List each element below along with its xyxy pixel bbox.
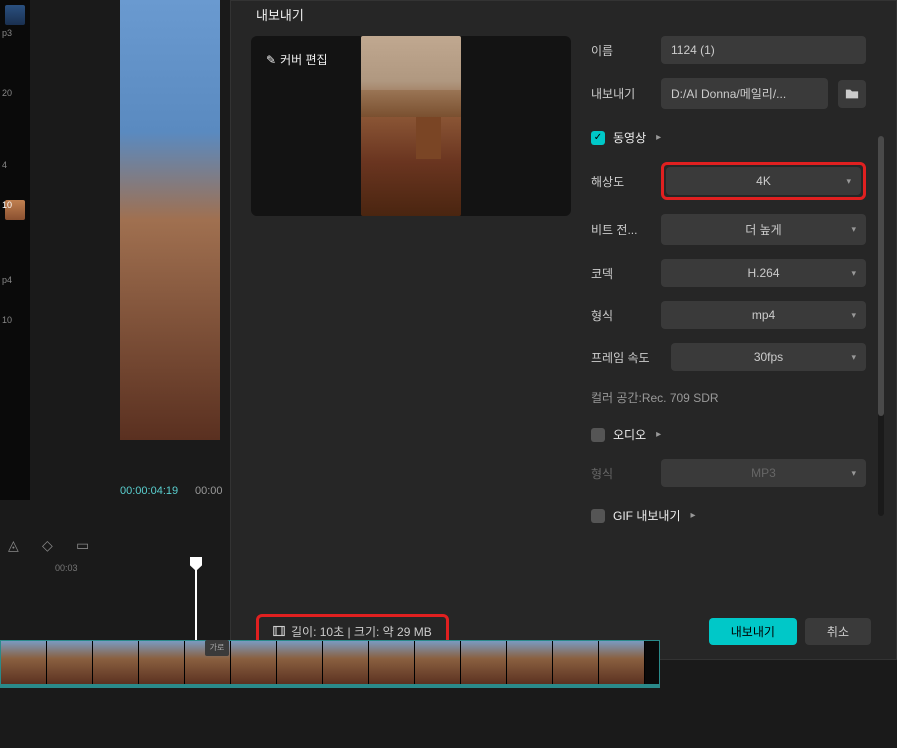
clip-frame (93, 641, 139, 685)
color-space-info: 컬러 공간:Rec. 709 SDR (591, 389, 866, 406)
clip-frame (47, 641, 93, 685)
media-thumb-audio[interactable] (5, 5, 25, 25)
framerate-dropdown[interactable]: 30fps ▾ (671, 343, 866, 371)
folder-icon (845, 87, 859, 101)
thumb-label: 10 (2, 315, 12, 325)
video-track[interactable] (0, 640, 660, 688)
thumb-label: p4 (2, 275, 12, 285)
clip-frame (415, 641, 461, 685)
settings-scrollbar[interactable] (878, 136, 884, 516)
chevron-down-icon: ▾ (846, 176, 851, 187)
export-path-label: 내보내기 (591, 85, 651, 102)
codec-label: 코덱 (591, 265, 651, 282)
framerate-label: 프레임 속도 (591, 349, 661, 366)
timecode-total: 00:00 (195, 485, 223, 497)
video-section-label: 동영상 (613, 129, 646, 146)
pencil-icon: ✎ (266, 53, 276, 67)
dialog-title: 내보내기 (231, 1, 896, 36)
name-label: 이름 (591, 42, 651, 59)
format-dropdown[interactable]: mp4 ▾ (661, 301, 866, 329)
chevron-right-icon: ▸ (691, 510, 696, 521)
film-icon (273, 625, 285, 637)
tool-icon[interactable]: ◬ (8, 537, 24, 553)
thumb-label: 4 (2, 160, 7, 170)
video-section-header[interactable]: ✓ 동영상 ▸ (591, 129, 866, 146)
browse-folder-button[interactable] (838, 80, 866, 108)
codec-value: H.264 (747, 266, 779, 280)
name-input[interactable] (661, 36, 866, 64)
clip-frame (369, 641, 415, 685)
chevron-down-icon: ▾ (851, 224, 856, 235)
clip-frame (323, 641, 369, 685)
format-value: mp4 (752, 308, 775, 322)
check-icon: ✓ (594, 132, 602, 143)
resolution-dropdown[interactable]: 4K ▾ (666, 167, 861, 195)
clip-frame (461, 641, 507, 685)
audio-format-value: MP3 (751, 466, 776, 480)
chevron-down-icon: ▾ (851, 268, 856, 279)
audio-format-dropdown: MP3 ▾ (661, 459, 866, 487)
chevron-right-icon: ▸ (656, 429, 661, 440)
clip-frame (277, 641, 323, 685)
cover-preview-box: ✎ 커버 편집 (251, 36, 571, 216)
audio-section-header[interactable]: 오디오 ▸ (591, 426, 866, 443)
chevron-down-icon: ▾ (851, 310, 856, 321)
gif-checkbox[interactable] (591, 509, 605, 523)
timeline-toolbar: ◬ ◇ ▭ (0, 530, 230, 560)
bitrate-value: 더 높게 (745, 221, 781, 238)
media-sidebar: p3 20 4 10 p4 10 (0, 0, 30, 500)
thumb-label: p3 (2, 28, 12, 38)
file-info-text: 길이: 10초 | 크기: 약 29 MB (291, 623, 432, 640)
chevron-right-icon: ▸ (656, 132, 661, 143)
cover-thumbnail (361, 36, 461, 216)
gif-section-label: GIF 내보내기 (613, 507, 681, 524)
clip-frame (231, 641, 277, 685)
thumb-label: 20 (2, 88, 12, 98)
track-orientation-label[interactable]: 가로 (205, 640, 229, 656)
cover-edit-button[interactable]: ✎ 커버 편집 (266, 51, 328, 68)
preview-monitor (120, 0, 220, 440)
clip-frame (507, 641, 553, 685)
tool-icon[interactable]: ▭ (76, 537, 92, 553)
tool-icon[interactable]: ◇ (42, 537, 58, 553)
clip-frame (599, 641, 645, 685)
audio-format-label: 형식 (591, 465, 651, 482)
bitrate-dropdown[interactable]: 더 높게 ▾ (661, 214, 866, 245)
ruler-mark: 00:03 (55, 563, 78, 573)
resolution-label: 해상도 (591, 173, 651, 190)
export-path-display: D:/AI Donna/메일리/... (661, 78, 828, 109)
chevron-down-icon: ▾ (851, 352, 856, 363)
resolution-value: 4K (756, 174, 771, 188)
cover-edit-label: 커버 편집 (280, 51, 328, 68)
gif-section-header[interactable]: GIF 내보내기 ▸ (591, 507, 866, 524)
clip-frame (139, 641, 185, 685)
cancel-button[interactable]: 취소 (805, 618, 871, 645)
audio-section-label: 오디오 (613, 426, 646, 443)
format-label: 형식 (591, 307, 651, 324)
timecode-current: 00:00:04:19 (120, 485, 178, 497)
thumb-label: 10 (2, 200, 12, 210)
clip-frame (553, 641, 599, 685)
bitrate-label: 비트 전... (591, 221, 651, 238)
audio-checkbox[interactable] (591, 428, 605, 442)
export-button[interactable]: 내보내기 (709, 618, 797, 645)
export-dialog: 내보내기 ✎ 커버 편집 이름 내보내기 D:/AI Donna/메일리/... (230, 0, 897, 660)
codec-dropdown[interactable]: H.264 ▾ (661, 259, 866, 287)
video-checkbox[interactable]: ✓ (591, 131, 605, 145)
clip-frame (1, 641, 47, 685)
chevron-down-icon: ▾ (851, 468, 856, 479)
framerate-value: 30fps (754, 350, 783, 364)
